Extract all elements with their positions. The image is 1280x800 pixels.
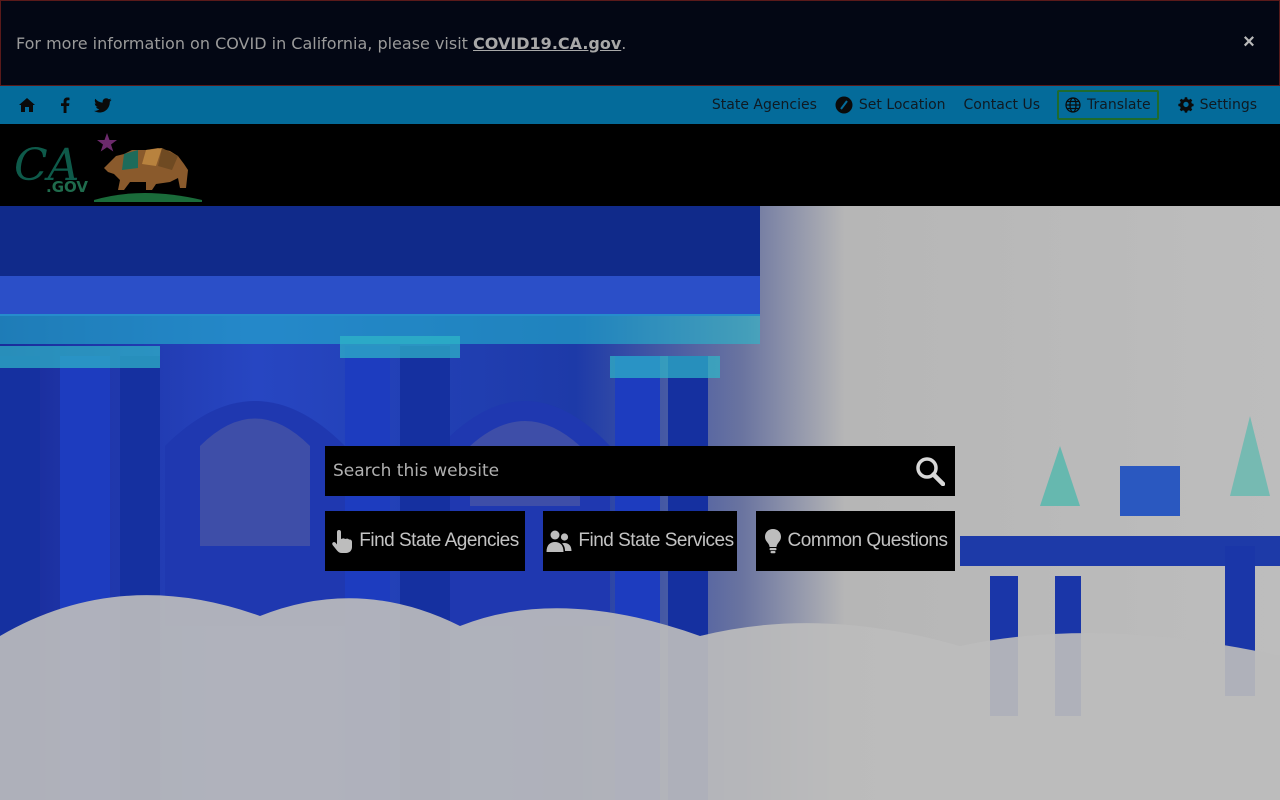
find-state-services-button[interactable]: Find State Services	[543, 511, 737, 571]
twitter-icon	[94, 97, 112, 112]
hero-section: Find State Agencies Find State Services …	[0, 206, 1280, 800]
svg-text:.GOV: .GOV	[46, 178, 88, 196]
find-state-agencies-button[interactable]: Find State Agencies	[325, 511, 525, 571]
set-location-link[interactable]: Set Location	[826, 90, 955, 120]
translate-button[interactable]: Translate	[1057, 90, 1159, 120]
search-bar	[325, 446, 955, 496]
alert-message: For more information on COVID in Califor…	[16, 34, 626, 53]
location-pin-icon	[835, 96, 853, 114]
home-icon	[19, 98, 35, 112]
facebook-link[interactable]	[46, 86, 84, 124]
home-link[interactable]	[8, 86, 46, 124]
utility-links: State Agencies Set Location Contact Us T…	[703, 86, 1280, 124]
covid-link[interactable]: COVID19.CA.gov	[473, 34, 621, 53]
hero-background-image	[0, 206, 1280, 800]
facebook-icon	[61, 97, 70, 113]
settings-button[interactable]: Settings	[1169, 90, 1266, 120]
alert-suffix: .	[621, 33, 627, 53]
find-state-agencies-label: Find State Agencies	[359, 530, 519, 551]
find-state-services-label: Find State Services	[578, 530, 734, 551]
settings-label: Settings	[1199, 97, 1257, 113]
search-button[interactable]	[905, 446, 955, 496]
globe-icon	[1065, 97, 1081, 113]
search-icon	[916, 457, 945, 486]
alert-text: For more information on COVID in Califor…	[16, 33, 474, 53]
site-header: CA .GOV	[0, 124, 1280, 206]
gear-icon	[1177, 97, 1194, 113]
twitter-link[interactable]	[84, 86, 122, 124]
users-icon	[546, 530, 572, 552]
contact-us-link[interactable]: Contact Us	[955, 90, 1049, 120]
common-questions-button[interactable]: Common Questions	[756, 511, 955, 571]
lightbulb-icon	[764, 529, 781, 554]
pointer-hand-icon	[332, 530, 353, 553]
common-questions-label: Common Questions	[787, 530, 948, 551]
close-alert-button[interactable]: ×	[1239, 32, 1259, 52]
covid-alert-banner: For more information on COVID in Califor…	[0, 0, 1280, 86]
set-location-label: Set Location	[858, 97, 946, 113]
utility-header: State Agencies Set Location Contact Us T…	[0, 86, 1280, 124]
state-agencies-label: State Agencies	[711, 97, 817, 113]
translate-label: Translate	[1087, 97, 1151, 113]
state-agencies-link[interactable]: State Agencies	[703, 90, 826, 120]
social-links	[0, 86, 122, 124]
ca-gov-logo[interactable]: CA .GOV	[12, 130, 204, 202]
contact-us-label: Contact Us	[963, 97, 1040, 113]
search-input[interactable]	[325, 446, 905, 496]
